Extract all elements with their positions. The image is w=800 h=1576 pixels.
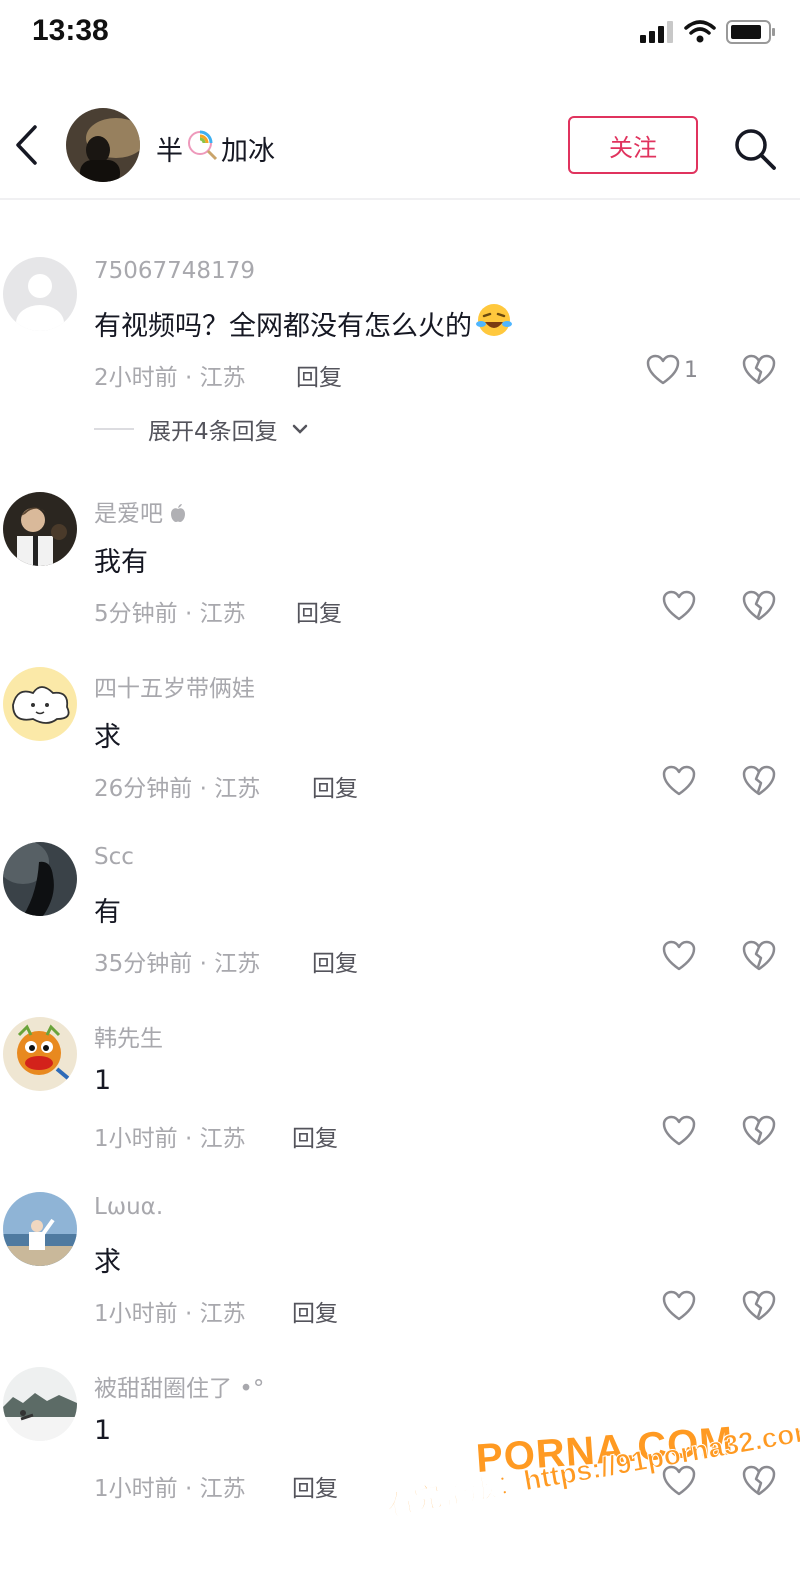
comment-username-text: 是爱吧 [94, 501, 163, 527]
comment-avatar[interactable] [3, 1367, 77, 1441]
comment-meta: 2小时前 · 江苏 [94, 365, 246, 391]
comment-username[interactable]: Lωuα. [94, 1194, 163, 1220]
profile-name-part2: 加冰 [221, 136, 275, 167]
battery-icon [726, 20, 776, 48]
reply-button[interactable]: 回复 [296, 594, 342, 628]
back-button[interactable] [6, 122, 46, 168]
broken-heart-icon [742, 765, 776, 796]
dislike-button[interactable] [742, 940, 776, 976]
comment-avatar[interactable] [3, 667, 77, 741]
dislike-button[interactable] [742, 590, 776, 626]
reply-button[interactable]: 回复 [296, 358, 342, 392]
expand-divider [94, 428, 134, 430]
reply-button[interactable]: 回复 [292, 1469, 338, 1503]
expand-replies-button[interactable]: 展开4条回复 [94, 412, 308, 446]
like-button[interactable] [662, 1115, 696, 1147]
comment-meta: 26分钟前 · 江苏 [94, 776, 261, 802]
like-button[interactable] [662, 1465, 696, 1497]
comment-text: 1 [94, 1065, 112, 1096]
reply-button[interactable]: 回复 [292, 1294, 338, 1328]
comment-username[interactable]: 被甜甜圈住了 •° [94, 1369, 264, 1403]
broken-heart-icon [742, 590, 776, 621]
reply-button[interactable]: 回复 [312, 769, 358, 803]
dislike-button[interactable] [742, 354, 776, 390]
profile-name[interactable]: 半 加冰 [156, 128, 275, 169]
like-count: 1 [684, 357, 698, 383]
comment-meta: 1小时前 · 江苏 [94, 1476, 246, 1502]
comment-text: 求 [94, 722, 121, 753]
broken-heart-icon [742, 940, 776, 971]
comment-text-body: 有视频吗？全网都没有怎么火的 [94, 311, 472, 342]
profile-avatar[interactable] [66, 108, 140, 182]
comment-text: 有视频吗？全网都没有怎么火的 [94, 302, 514, 345]
chevron-left-icon [16, 125, 37, 165]
status-icons [640, 20, 776, 48]
comment-username[interactable]: 75067748179 [94, 258, 255, 284]
dislike-button[interactable] [742, 1290, 776, 1326]
watermark-url: 看完整版：https://91porna32.com [383, 1414, 800, 1522]
like-button[interactable] [662, 765, 696, 797]
comment-username[interactable]: Scc [94, 844, 134, 870]
chevron-down-icon [292, 424, 307, 434]
watermark-brand: PORNA.COM [474, 1419, 736, 1481]
comment-meta: 35分钟前 · 江苏 [94, 951, 261, 977]
status-time: 13:38 [32, 14, 109, 47]
comment-avatar[interactable] [3, 842, 77, 916]
comment-text: 求 [94, 1247, 121, 1278]
broken-heart-icon [742, 1290, 776, 1321]
wifi-icon [684, 20, 716, 48]
broken-heart-icon [742, 1465, 776, 1496]
heart-icon [662, 1290, 696, 1321]
like-button[interactable] [662, 940, 696, 972]
comment-avatar[interactable] [3, 1017, 77, 1091]
comment-avatar[interactable] [3, 492, 77, 566]
dislike-button[interactable] [742, 1465, 776, 1501]
comment-username[interactable]: 是爱吧 [94, 494, 186, 528]
comment-meta: 1小时前 · 江苏 [94, 1126, 246, 1152]
like-button[interactable] [662, 590, 696, 622]
reply-button[interactable]: 回复 [312, 944, 358, 978]
follow-button[interactable]: 关注 [568, 116, 698, 174]
like-button[interactable] [662, 1290, 696, 1322]
heart-icon [662, 1115, 696, 1146]
comment-text: 有 [94, 897, 121, 928]
like-button[interactable]: 1 [646, 354, 698, 386]
comment-username[interactable]: 韩先生 [94, 1019, 163, 1053]
profile-name-part1: 半 [156, 136, 183, 167]
expand-replies-label: 展开4条回复 [148, 419, 278, 445]
search-button[interactable] [730, 124, 780, 174]
apple-icon [171, 504, 186, 522]
dislike-button[interactable] [742, 1115, 776, 1151]
comment-avatar[interactable] [3, 257, 77, 331]
lollipop-emoji-icon [185, 128, 219, 169]
broken-heart-icon [742, 1115, 776, 1146]
comment-meta: 5分钟前 · 江苏 [94, 601, 246, 627]
profile-header: 半 加冰 关注 [0, 100, 800, 200]
comment-meta: 1小时前 · 江苏 [94, 1301, 246, 1327]
heart-icon [662, 765, 696, 796]
status-bar: 13:38 [0, 0, 800, 66]
heart-icon [662, 940, 696, 971]
broken-heart-icon [742, 354, 776, 385]
cellular-signal-icon [640, 21, 674, 47]
reply-button[interactable]: 回复 [292, 1119, 338, 1153]
heart-icon [662, 590, 696, 621]
laughing-crying-emoji-icon [474, 302, 514, 345]
heart-icon [662, 1465, 696, 1496]
comment-username[interactable]: 四十五岁带俩娃 [94, 669, 255, 703]
search-icon [735, 129, 776, 170]
comment-text: 1 [94, 1415, 112, 1446]
heart-icon [646, 354, 680, 385]
dislike-button[interactable] [742, 765, 776, 801]
comment-avatar[interactable] [3, 1192, 77, 1266]
comment-text: 我有 [94, 547, 148, 578]
